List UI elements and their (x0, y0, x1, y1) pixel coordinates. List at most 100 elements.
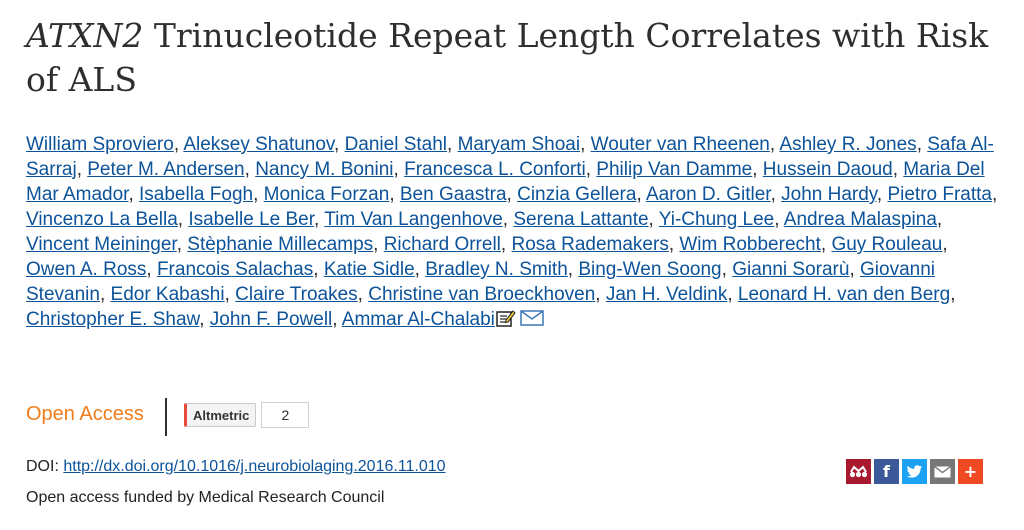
author-separator: , (128, 184, 139, 205)
funding-note: Open access funded by Medical Research C… (26, 489, 385, 506)
author-separator: , (76, 159, 88, 180)
divider (165, 398, 167, 436)
author-separator: , (500, 234, 512, 255)
author-separator: , (769, 134, 780, 155)
author-separator: , (820, 234, 832, 255)
author-link[interactable]: Maryam Shoai (458, 134, 581, 155)
email-author-icon[interactable] (520, 308, 544, 326)
author-link[interactable]: Edor Kabashi (111, 284, 225, 305)
more-share-icon[interactable]: + (958, 459, 983, 484)
author-separator: , (876, 184, 888, 205)
author-link[interactable]: Cinzia Gellera (517, 184, 636, 205)
author-separator: , (244, 159, 256, 180)
title-text: Trinucleotide Repeat Length Correlates w… (26, 16, 989, 99)
author-link[interactable]: Owen A. Ross (26, 259, 146, 280)
author-separator: , (636, 184, 646, 205)
author-link[interactable]: Guy Rouleau (831, 234, 942, 255)
author-separator: , (936, 209, 943, 230)
author-separator: , (502, 209, 514, 230)
author-separator: , (173, 134, 184, 155)
author-link[interactable]: Francois Salachas (157, 259, 313, 280)
author-separator: , (373, 234, 384, 255)
share-toolbar: f + (846, 459, 983, 484)
title-gene-name: ATXN2 (26, 16, 144, 55)
author-separator: , (447, 134, 458, 155)
author-link[interactable]: Christopher E. Shaw (26, 309, 199, 330)
author-link[interactable]: Christine van Broeckhoven (368, 284, 595, 305)
author-separator: , (849, 259, 860, 280)
author-separator: , (506, 184, 518, 205)
author-separator: , (580, 134, 591, 155)
author-separator: , (199, 309, 210, 330)
author-separator: , (357, 284, 369, 305)
author-separator: , (752, 159, 763, 180)
author-link[interactable]: Vincenzo La Bella (26, 209, 178, 230)
author-link[interactable]: Isabelle Le Ber (188, 209, 314, 230)
author-separator: , (146, 259, 157, 280)
author-separator: , (99, 284, 111, 305)
author-separator: , (177, 209, 189, 230)
author-link[interactable]: Katie Sidle (324, 259, 415, 280)
author-link[interactable]: Claire Troakes (235, 284, 358, 305)
author-link[interactable]: Ammar Al-Chalabi (342, 309, 495, 330)
author-link[interactable]: John F. Powell (210, 309, 333, 330)
author-separator: , (721, 259, 733, 280)
corresponding-author-icon[interactable] (496, 309, 516, 327)
author-link[interactable]: Tim Van Langenhove (324, 209, 503, 230)
author-link[interactable]: Daniel Stahl (345, 134, 447, 155)
author-separator: , (892, 159, 904, 180)
author-separator: , (770, 184, 782, 205)
author-separator: , (414, 259, 426, 280)
doi-label: DOI: (26, 458, 64, 475)
author-separator: , (313, 259, 324, 280)
altmetric-score[interactable]: 2 (261, 402, 310, 428)
mendeley-share-icon[interactable] (846, 459, 871, 484)
twitter-share-icon[interactable] (902, 459, 927, 484)
author-separator: , (648, 209, 659, 230)
author-link[interactable]: Vincent Meininger (26, 234, 177, 255)
author-separator: , (176, 234, 188, 255)
author-link[interactable]: Ben Gaastra (400, 184, 507, 205)
author-separator: , (916, 134, 928, 155)
author-list: William Sproviero, Aleksey Shatunov, Dan… (26, 132, 1001, 332)
open-access-label: Open Access (26, 403, 144, 425)
author-separator: , (334, 134, 345, 155)
author-separator: , (727, 284, 738, 305)
author-link[interactable]: Ashley R. Jones (779, 134, 916, 155)
author-link[interactable]: Serena Lattante (513, 209, 648, 230)
author-link[interactable]: Jan H. Veldink (606, 284, 727, 305)
author-link[interactable]: Richard Orrell (384, 234, 501, 255)
altmetric-badge[interactable]: Altmetric (184, 403, 257, 427)
author-separator: , (224, 284, 236, 305)
author-link[interactable]: Bradley N. Smith (425, 259, 568, 280)
author-link[interactable]: Pietro Fratta (887, 184, 992, 205)
author-link[interactable]: Stèphanie Millecamps (187, 234, 373, 255)
author-link[interactable]: Gianni Sorarù (732, 259, 849, 280)
author-separator: , (942, 234, 948, 255)
email-share-icon[interactable] (930, 459, 955, 484)
author-separator: , (332, 309, 342, 330)
author-separator: , (774, 209, 784, 230)
author-link[interactable]: Peter M. Andersen (87, 159, 244, 180)
doi-link[interactable]: http://dx.doi.org/10.1016/j.neurobiolagi… (63, 458, 445, 475)
author-link[interactable]: Wim Robberecht (679, 234, 821, 255)
author-link[interactable]: Andrea Malaspina (784, 209, 937, 230)
author-link[interactable]: Monica Forzan (264, 184, 390, 205)
altmetric-widget[interactable]: Altmetric 2 (184, 402, 310, 428)
author-link[interactable]: Rosa Rademakers (511, 234, 668, 255)
author-link[interactable]: Yi-Chung Lee (659, 209, 774, 230)
author-link[interactable]: Hussein Daoud (763, 159, 893, 180)
author-link[interactable]: Aleksey Shatunov (183, 134, 334, 155)
author-link[interactable]: Isabella Fogh (139, 184, 253, 205)
author-link[interactable]: John Hardy (781, 184, 877, 205)
author-link[interactable]: Bing-Wen Soong (578, 259, 721, 280)
author-link[interactable]: Wouter van Rheenen (591, 134, 770, 155)
author-link[interactable]: Philip Van Damme (596, 159, 752, 180)
facebook-share-icon[interactable]: f (874, 459, 899, 484)
author-link[interactable]: Aaron D. Gitler (646, 184, 771, 205)
author-link[interactable]: Leonard H. van den Berg (738, 284, 950, 305)
author-link[interactable]: Francesca L. Conforti (404, 159, 586, 180)
author-link[interactable]: William Sproviero (26, 134, 174, 155)
author-separator: , (567, 259, 579, 280)
author-link[interactable]: Nancy M. Bonini (255, 159, 393, 180)
